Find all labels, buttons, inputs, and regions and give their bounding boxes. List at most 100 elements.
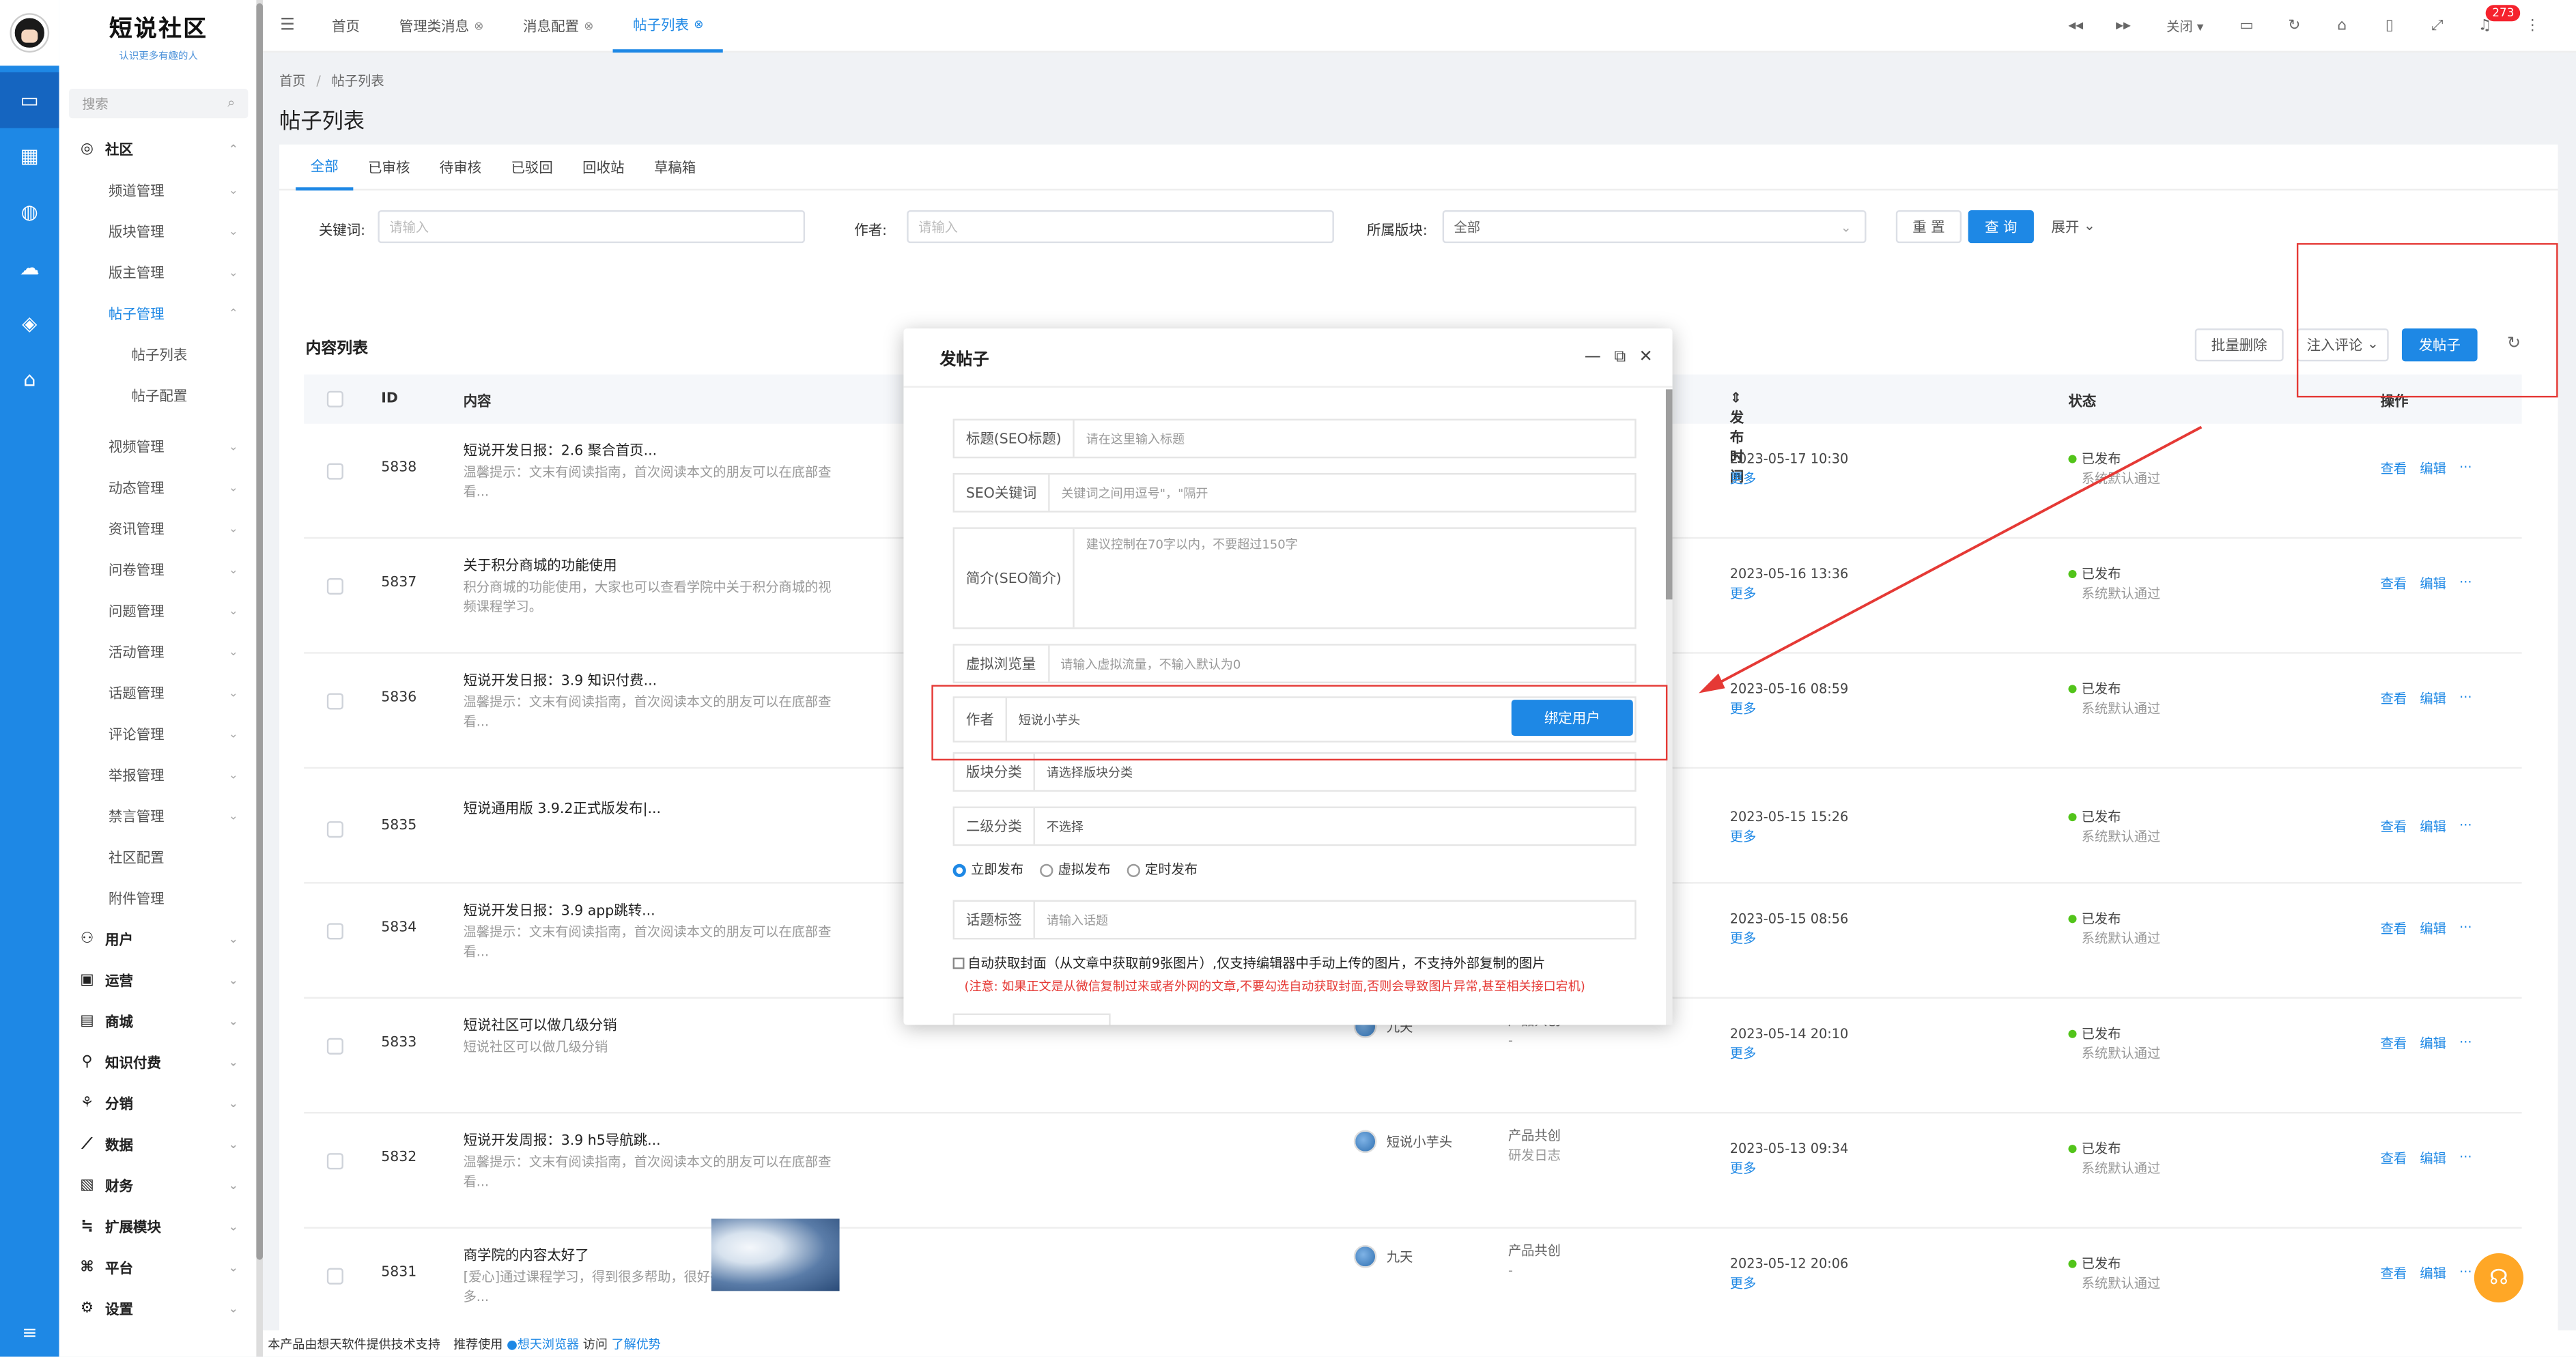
sidebar-item-1[interactable]: 版块管理 ⌄ bbox=[59, 210, 258, 251]
view-button[interactable]: 查看 bbox=[2381, 575, 2407, 592]
next-icon[interactable]: ▸▸ bbox=[2099, 18, 2147, 34]
sidebar-section-5[interactable]: ⟋ 数据 ⌄ bbox=[59, 1124, 258, 1165]
row-checkbox[interactable] bbox=[326, 1038, 343, 1055]
breadcrumb-home[interactable]: 首页 bbox=[279, 74, 306, 89]
sidebar-more-5[interactable]: 活动管理 ⌄ bbox=[59, 631, 258, 672]
title-field[interactable]: 标题(SEO标题) 请在这里输入标题 bbox=[952, 418, 1637, 459]
sidebar-item-0[interactable]: 频道管理 ⌄ bbox=[59, 169, 258, 210]
row-title[interactable]: 关于积分商城的功能使用 bbox=[464, 555, 841, 575]
row-content[interactable]: 短说开发日报：3.9 知识付费... 温馨提示：文末有阅读指南，首次阅读本文的朋… bbox=[464, 670, 841, 752]
board-category-select[interactable]: 请选择版块分类 bbox=[1035, 763, 1133, 781]
view-button[interactable]: 查看 bbox=[2381, 690, 2407, 708]
row-checkbox[interactable] bbox=[326, 693, 343, 710]
sidebar-section-2[interactable]: ▤ 商城 ⌄ bbox=[59, 1000, 258, 1041]
view-button[interactable]: 查看 bbox=[2381, 1035, 2407, 1053]
sidebar-subitem-0[interactable]: 帖子列表 bbox=[59, 333, 258, 374]
status-tab-0[interactable]: 全部 bbox=[296, 144, 354, 190]
row-checkbox[interactable] bbox=[326, 1268, 343, 1285]
status-tab-4[interactable]: 回收站 bbox=[568, 144, 640, 190]
row-content[interactable]: 短说开发日报：2.6 聚合首页... 温馨提示：文末有阅读指南，首次阅读本文的朋… bbox=[464, 440, 841, 522]
sidebar-scrollbar[interactable] bbox=[256, 0, 263, 1357]
shield-icon[interactable]: ◈ bbox=[0, 296, 59, 352]
mobile-icon[interactable]: ▯ bbox=[2366, 18, 2414, 34]
maximize-icon[interactable]: ⧉ bbox=[1614, 348, 1626, 366]
sidebar-more-2[interactable]: 资讯管理 ⌄ bbox=[59, 508, 258, 549]
status-tab-1[interactable]: 已审核 bbox=[353, 144, 425, 190]
author-input[interactable]: 请输入 bbox=[907, 210, 1334, 244]
expand-button[interactable]: 展开 ⌄ bbox=[2040, 210, 2106, 244]
more-button[interactable]: ··· bbox=[2459, 1035, 2472, 1053]
sidebar-item-community[interactable]: ◎ 社区 ⌃ bbox=[59, 128, 258, 169]
more-button[interactable]: ··· bbox=[2459, 818, 2472, 835]
sidebar-more-11[interactable]: 附件管理 bbox=[59, 877, 258, 918]
grid-icon[interactable]: ▦ bbox=[0, 128, 59, 184]
row-title[interactable]: 短说社区可以做几级分销 bbox=[464, 1015, 841, 1035]
row-content[interactable]: 短说通用版 3.9.2正式版发布|... bbox=[464, 798, 841, 880]
row-content[interactable]: 短说社区可以做几级分销 短说社区可以做几级分销 bbox=[464, 1015, 841, 1097]
more-link[interactable]: 更多 bbox=[1730, 828, 1848, 848]
sidebar-section-4[interactable]: ⚘ 分销 ⌄ bbox=[59, 1083, 258, 1124]
sidebar-section-0[interactable]: ⚇ 用户 ⌄ bbox=[59, 918, 258, 959]
status-tab-5[interactable]: 草稿箱 bbox=[639, 144, 711, 190]
sub-category-select[interactable]: 不选择 bbox=[1035, 817, 1084, 835]
more-link[interactable]: 更多 bbox=[1730, 1274, 1848, 1294]
query-button[interactable]: 查 询 bbox=[1968, 210, 2034, 244]
sidebar-more-7[interactable]: 评论管理 ⌄ bbox=[59, 713, 258, 754]
more-button[interactable]: ··· bbox=[2459, 690, 2472, 708]
monitor-icon[interactable]: ▭ bbox=[0, 72, 59, 128]
view-button[interactable]: 查看 bbox=[2381, 920, 2407, 938]
tab-admin-messages[interactable]: 管理类消息 ⊗ bbox=[380, 0, 503, 52]
user-avatar[interactable] bbox=[0, 0, 59, 66]
edit-button[interactable]: 编辑 bbox=[2420, 1265, 2446, 1283]
cloud-sync-icon[interactable]: ⌂ bbox=[0, 352, 59, 408]
headset-support-icon[interactable]: ☊ bbox=[2474, 1253, 2523, 1303]
close-icon[interactable]: ⊗ bbox=[584, 19, 593, 32]
edit-button[interactable]: 编辑 bbox=[2420, 575, 2446, 592]
row-content[interactable]: 短说开发周报：3.9 h5导航跳... 温馨提示：文末有阅读指南，首次阅读本文的… bbox=[464, 1130, 841, 1212]
sidebar-more-0[interactable]: 视频管理 ⌄ bbox=[59, 425, 258, 466]
virtual-views-input[interactable]: 请输入虚拟流量，不输入默认为0 bbox=[1049, 655, 1241, 672]
status-tab-2[interactable]: 待审核 bbox=[425, 144, 496, 190]
more-link[interactable]: 更多 bbox=[1730, 1044, 1848, 1064]
sidebar-more-8[interactable]: 举报管理 ⌄ bbox=[59, 754, 258, 795]
sidebar-section-1[interactable]: ▣ 运营 ⌄ bbox=[59, 959, 258, 1000]
sidebar-more-3[interactable]: 问卷管理 ⌄ bbox=[59, 549, 258, 590]
sidebar-search[interactable]: 搜索 ⌕ bbox=[69, 88, 249, 119]
row-checkbox[interactable] bbox=[326, 923, 343, 940]
sub-category-field[interactable]: 二级分类 不选择 bbox=[952, 806, 1637, 846]
cloud-icon[interactable]: ☁ bbox=[0, 240, 59, 296]
sidebar-subitem-1[interactable]: 帖子配置 bbox=[59, 375, 258, 416]
select-all-checkbox[interactable] bbox=[326, 390, 343, 408]
row-checkbox[interactable] bbox=[326, 821, 343, 838]
bell-icon[interactable]: ♫ 273 bbox=[2461, 5, 2521, 35]
sidebar-section-8[interactable]: ⌘ 平台 ⌄ bbox=[59, 1246, 258, 1287]
collapse-icon[interactable]: ☰ bbox=[263, 16, 312, 34]
fullscreen-icon[interactable]: ⤢ bbox=[2414, 18, 2461, 34]
prev-icon[interactable]: ◂◂ bbox=[2052, 18, 2099, 34]
sidebar-section-9[interactable]: ⚙ 设置 ⌄ bbox=[59, 1288, 258, 1329]
sidebar-more-10[interactable]: 社区配置 bbox=[59, 836, 258, 877]
board-select[interactable]: 全部 ⌄ bbox=[1442, 210, 1867, 244]
topic-tag-field[interactable]: 话题标签 请输入话题 bbox=[952, 900, 1637, 940]
edit-button[interactable]: 编辑 bbox=[2420, 1149, 2446, 1167]
view-button[interactable]: 查看 bbox=[2381, 1149, 2407, 1167]
row-author[interactable]: 短说小芋头 bbox=[1353, 1130, 1452, 1154]
close-dropdown[interactable]: 关闭 ▾ bbox=[2147, 17, 2223, 35]
refresh-icon[interactable]: ↻ bbox=[2270, 18, 2318, 34]
auto-cover-checkbox[interactable]: 自动获取封面（从文章中获取前9张图片）,仅支持编辑器中手动上传的图片，不支持外部… bbox=[952, 954, 1545, 972]
edit-button[interactable]: 编辑 bbox=[2420, 920, 2446, 938]
globe-icon[interactable]: ◍ bbox=[0, 184, 59, 240]
sidebar-section-6[interactable]: ▧ 财务 ⌄ bbox=[59, 1165, 258, 1205]
tab-message-config[interactable]: 消息配置 ⊗ bbox=[503, 0, 613, 52]
more-button[interactable]: ··· bbox=[2459, 920, 2472, 938]
more-link[interactable]: 更多 bbox=[1730, 930, 1848, 949]
row-checkbox[interactable] bbox=[326, 463, 343, 480]
row-checkbox[interactable] bbox=[326, 1153, 343, 1170]
radio-scheduled-publish[interactable]: 定时发布 bbox=[1127, 861, 1198, 879]
browser-link[interactable]: 想天浏览器 bbox=[518, 1336, 579, 1351]
edit-button[interactable]: 编辑 bbox=[2420, 690, 2446, 708]
row-content[interactable]: 关于积分商城的功能使用 积分商城的功能使用，大家也可以查看学院中关于积分商城的视… bbox=[464, 555, 841, 637]
row-thumbnail[interactable] bbox=[711, 1218, 840, 1291]
more-link[interactable]: 更多 bbox=[1730, 1160, 1848, 1180]
view-button[interactable]: 查看 bbox=[2381, 1265, 2407, 1283]
